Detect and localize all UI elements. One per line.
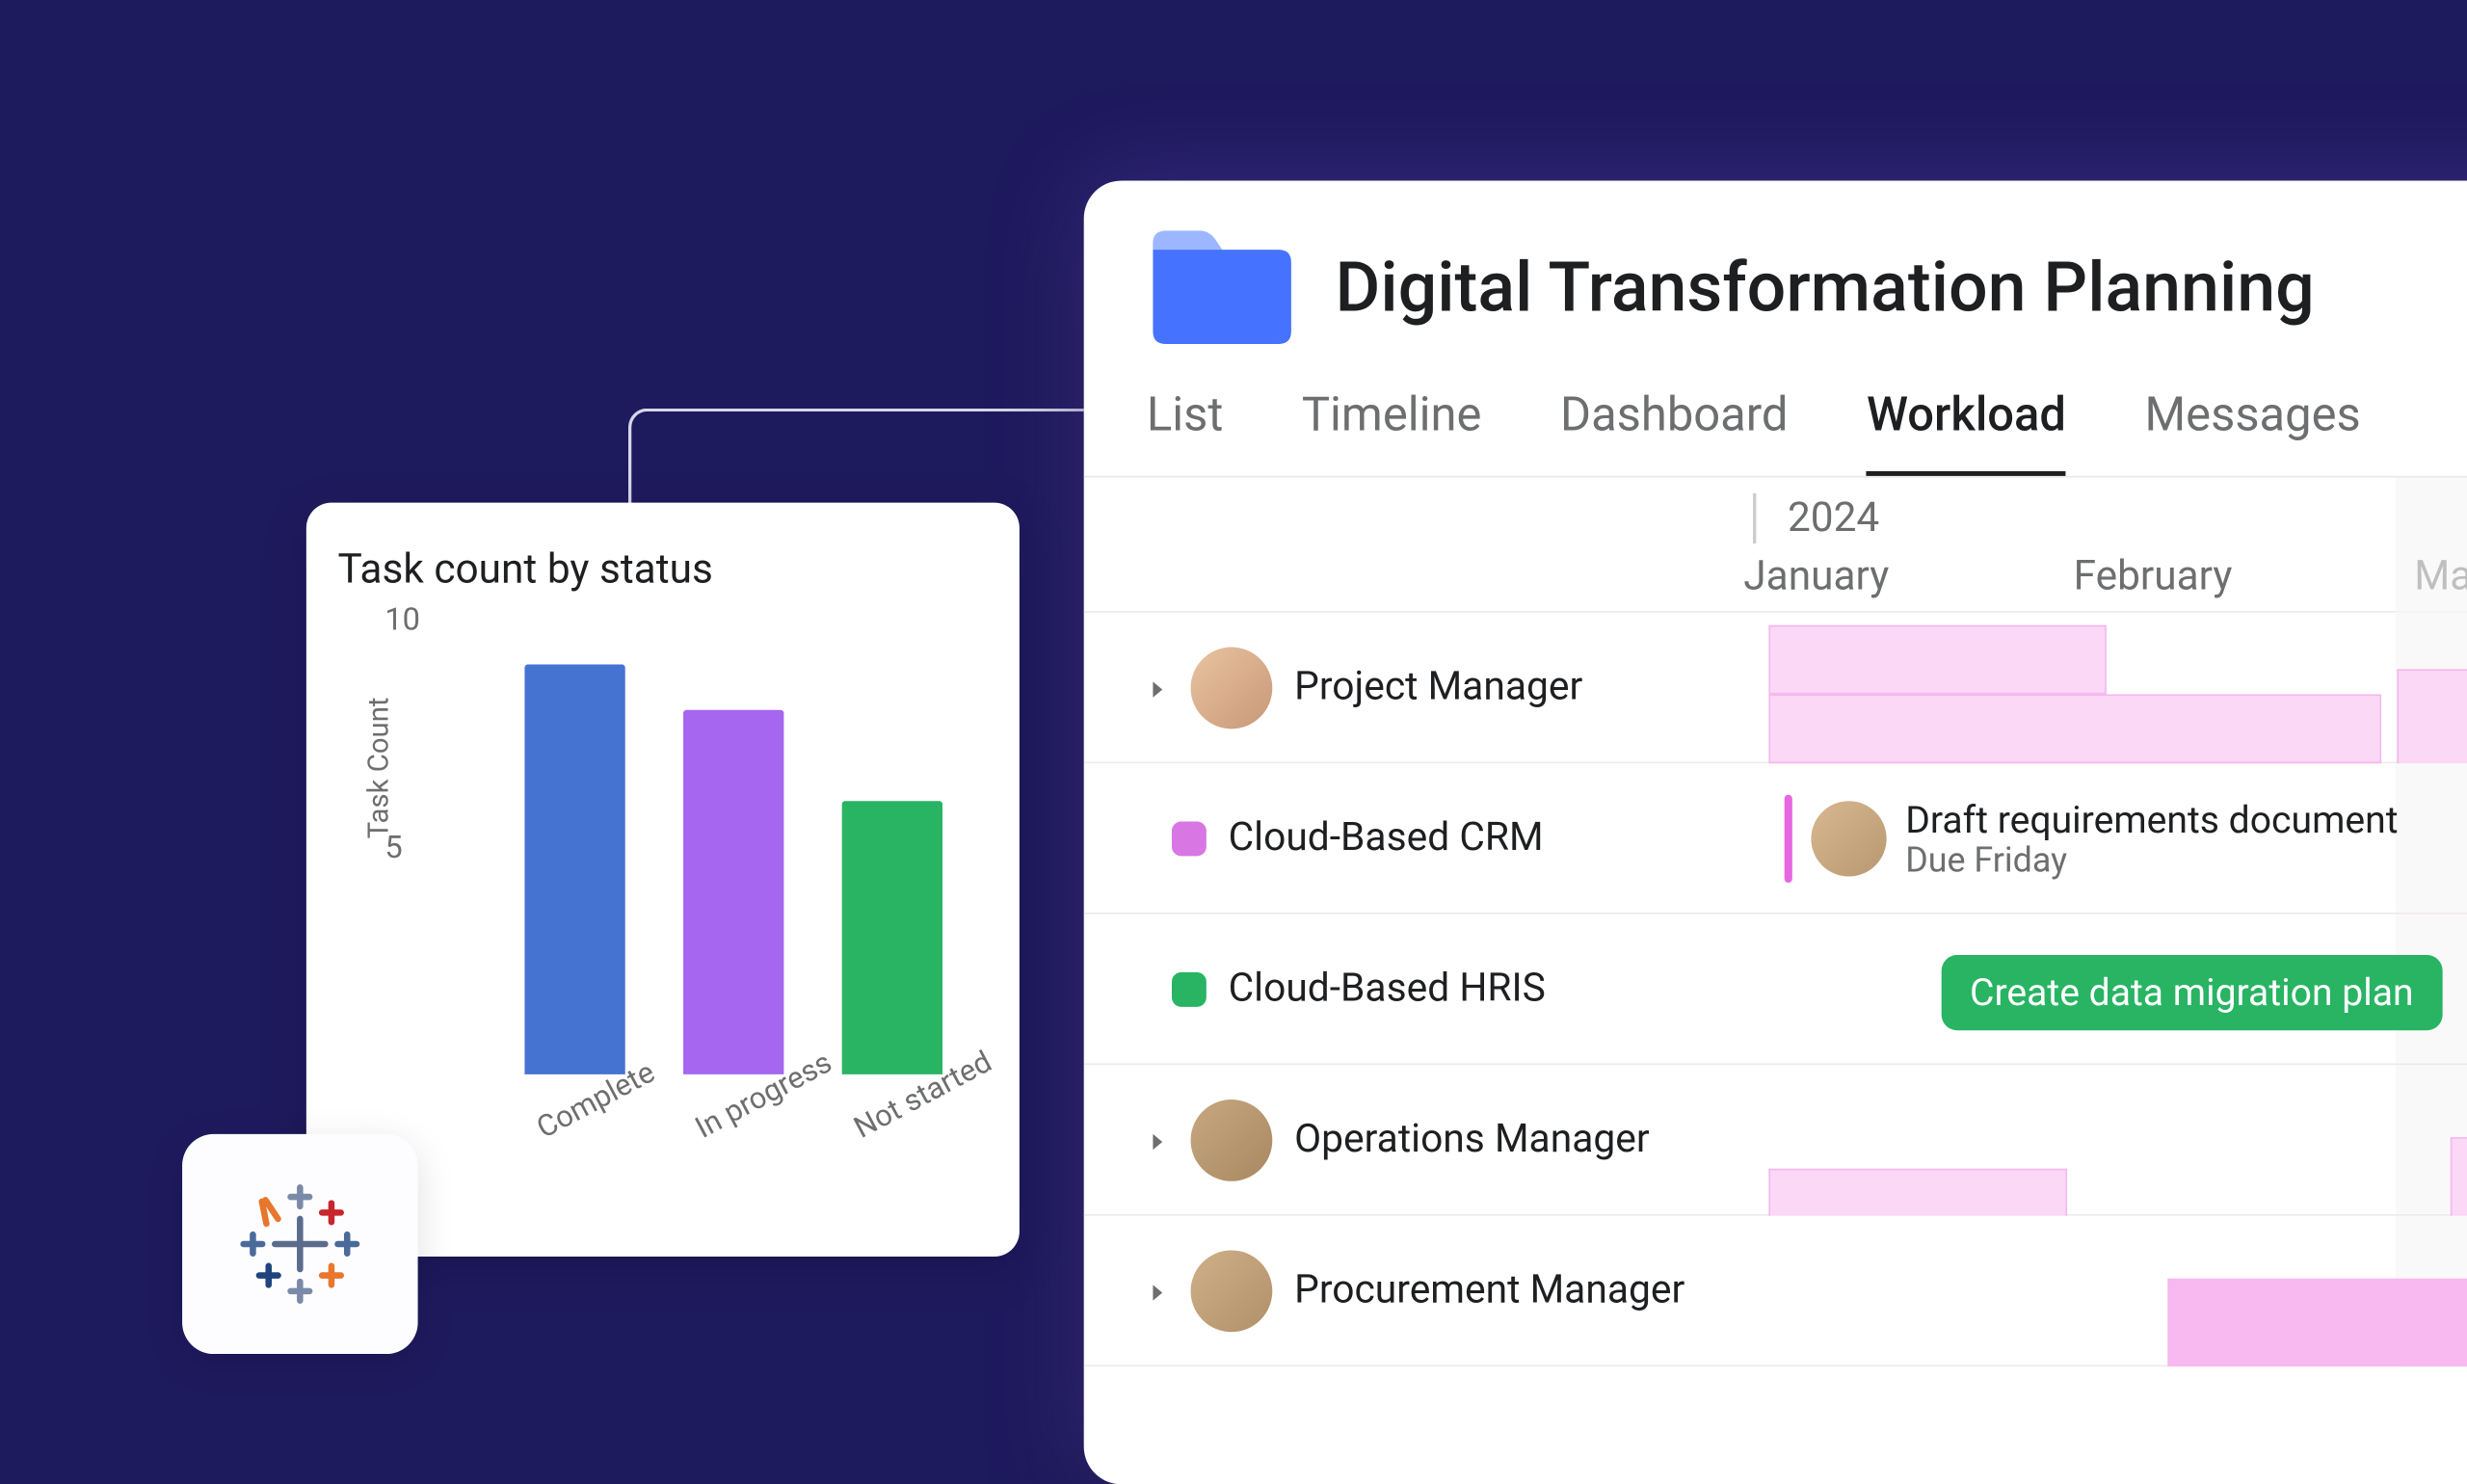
expand-icon[interactable] (1147, 1128, 1169, 1151)
tab-messages[interactable]: Messages (2144, 388, 2360, 476)
row-procurement-manager: Procurement Manager (1084, 1216, 2467, 1366)
project-color-dot (1172, 821, 1207, 856)
chart-title: Task count by status (337, 546, 988, 594)
task-migration-plan[interactable]: Create data migration plan (1942, 955, 2442, 1030)
ytick: 10 (385, 600, 420, 638)
row-project-manager: Project Manager (1084, 613, 2467, 763)
role-label: Project Manager (1294, 664, 1582, 709)
project-title: Digital Transformation Planning (1336, 247, 2315, 329)
task-title: Draft requirements document (1905, 797, 2398, 841)
project-label: Cloud-Based HRIS (1229, 966, 1546, 1011)
task-due: Due Friday (1905, 841, 2398, 881)
chart-bar (683, 710, 783, 1074)
workload-bar[interactable] (1768, 625, 2106, 695)
month-jan: January (1743, 553, 1889, 600)
avatar (1191, 647, 1273, 729)
workload-bar[interactable] (1768, 694, 2381, 763)
project-label: Cloud-Based CRM (1229, 815, 1544, 861)
avatar (1191, 1099, 1273, 1180)
tab-timeline[interactable]: Timeline (1302, 388, 1482, 476)
ytick: 5 (385, 828, 402, 865)
chart-xlabel: Complete (530, 1067, 636, 1146)
task-draft-requirements[interactable]: Draft requirements document Due Friday (1785, 795, 2399, 883)
workload-bar[interactable] (1768, 1169, 2067, 1216)
month-feb: February (2074, 553, 2233, 600)
chart-bar (842, 801, 942, 1074)
tab-list[interactable]: List (1147, 388, 1223, 476)
avatar (1811, 801, 1886, 876)
role-label: Operations Manager (1294, 1117, 1650, 1162)
chart-ylabel: Task Count (363, 697, 396, 838)
chart-card: Task count by status Task Count 10 5 Com… (306, 503, 1020, 1257)
year-label: 2024 (1753, 493, 1879, 543)
workload-bar[interactable] (2451, 1137, 2467, 1216)
app-window: Digital Transformation Planning List Tim… (1084, 180, 2467, 1484)
folder-icon (1147, 225, 1297, 350)
tab-dashboard[interactable]: Dashboard (1560, 388, 1789, 476)
tableau-icon (237, 1181, 362, 1307)
chart-bar (524, 664, 624, 1073)
expand-icon[interactable] (1147, 1280, 1169, 1302)
role-label: Procurement Manager (1294, 1267, 1684, 1312)
tabs: List Timeline Dashboard Workload Message… (1084, 350, 2467, 477)
bar-chart: Task Count 10 5 (385, 619, 988, 1074)
row-cloud-hris: Cloud-Based HRIS Create data migration p… (1084, 914, 2467, 1065)
avatar (1191, 1250, 1273, 1332)
row-cloud-crm: Cloud-Based CRM Draft requirements docum… (1084, 763, 2467, 914)
expand-icon[interactable] (1147, 676, 1169, 699)
row-operations-manager: Operations Manager (1084, 1065, 2467, 1215)
chart-xlabel: Not started (848, 1067, 954, 1146)
task-marker (1785, 795, 1792, 883)
tableau-badge (182, 1134, 417, 1354)
workload-bar[interactable] (2167, 1279, 2467, 1366)
timeline-header: 2024 January February March April May (1084, 478, 2467, 613)
workload-bar[interactable] (2397, 669, 2467, 763)
tab-workload[interactable]: Workload (1867, 388, 2066, 476)
project-color-dot (1172, 971, 1207, 1006)
chart-xlabel: In progress (689, 1067, 795, 1146)
